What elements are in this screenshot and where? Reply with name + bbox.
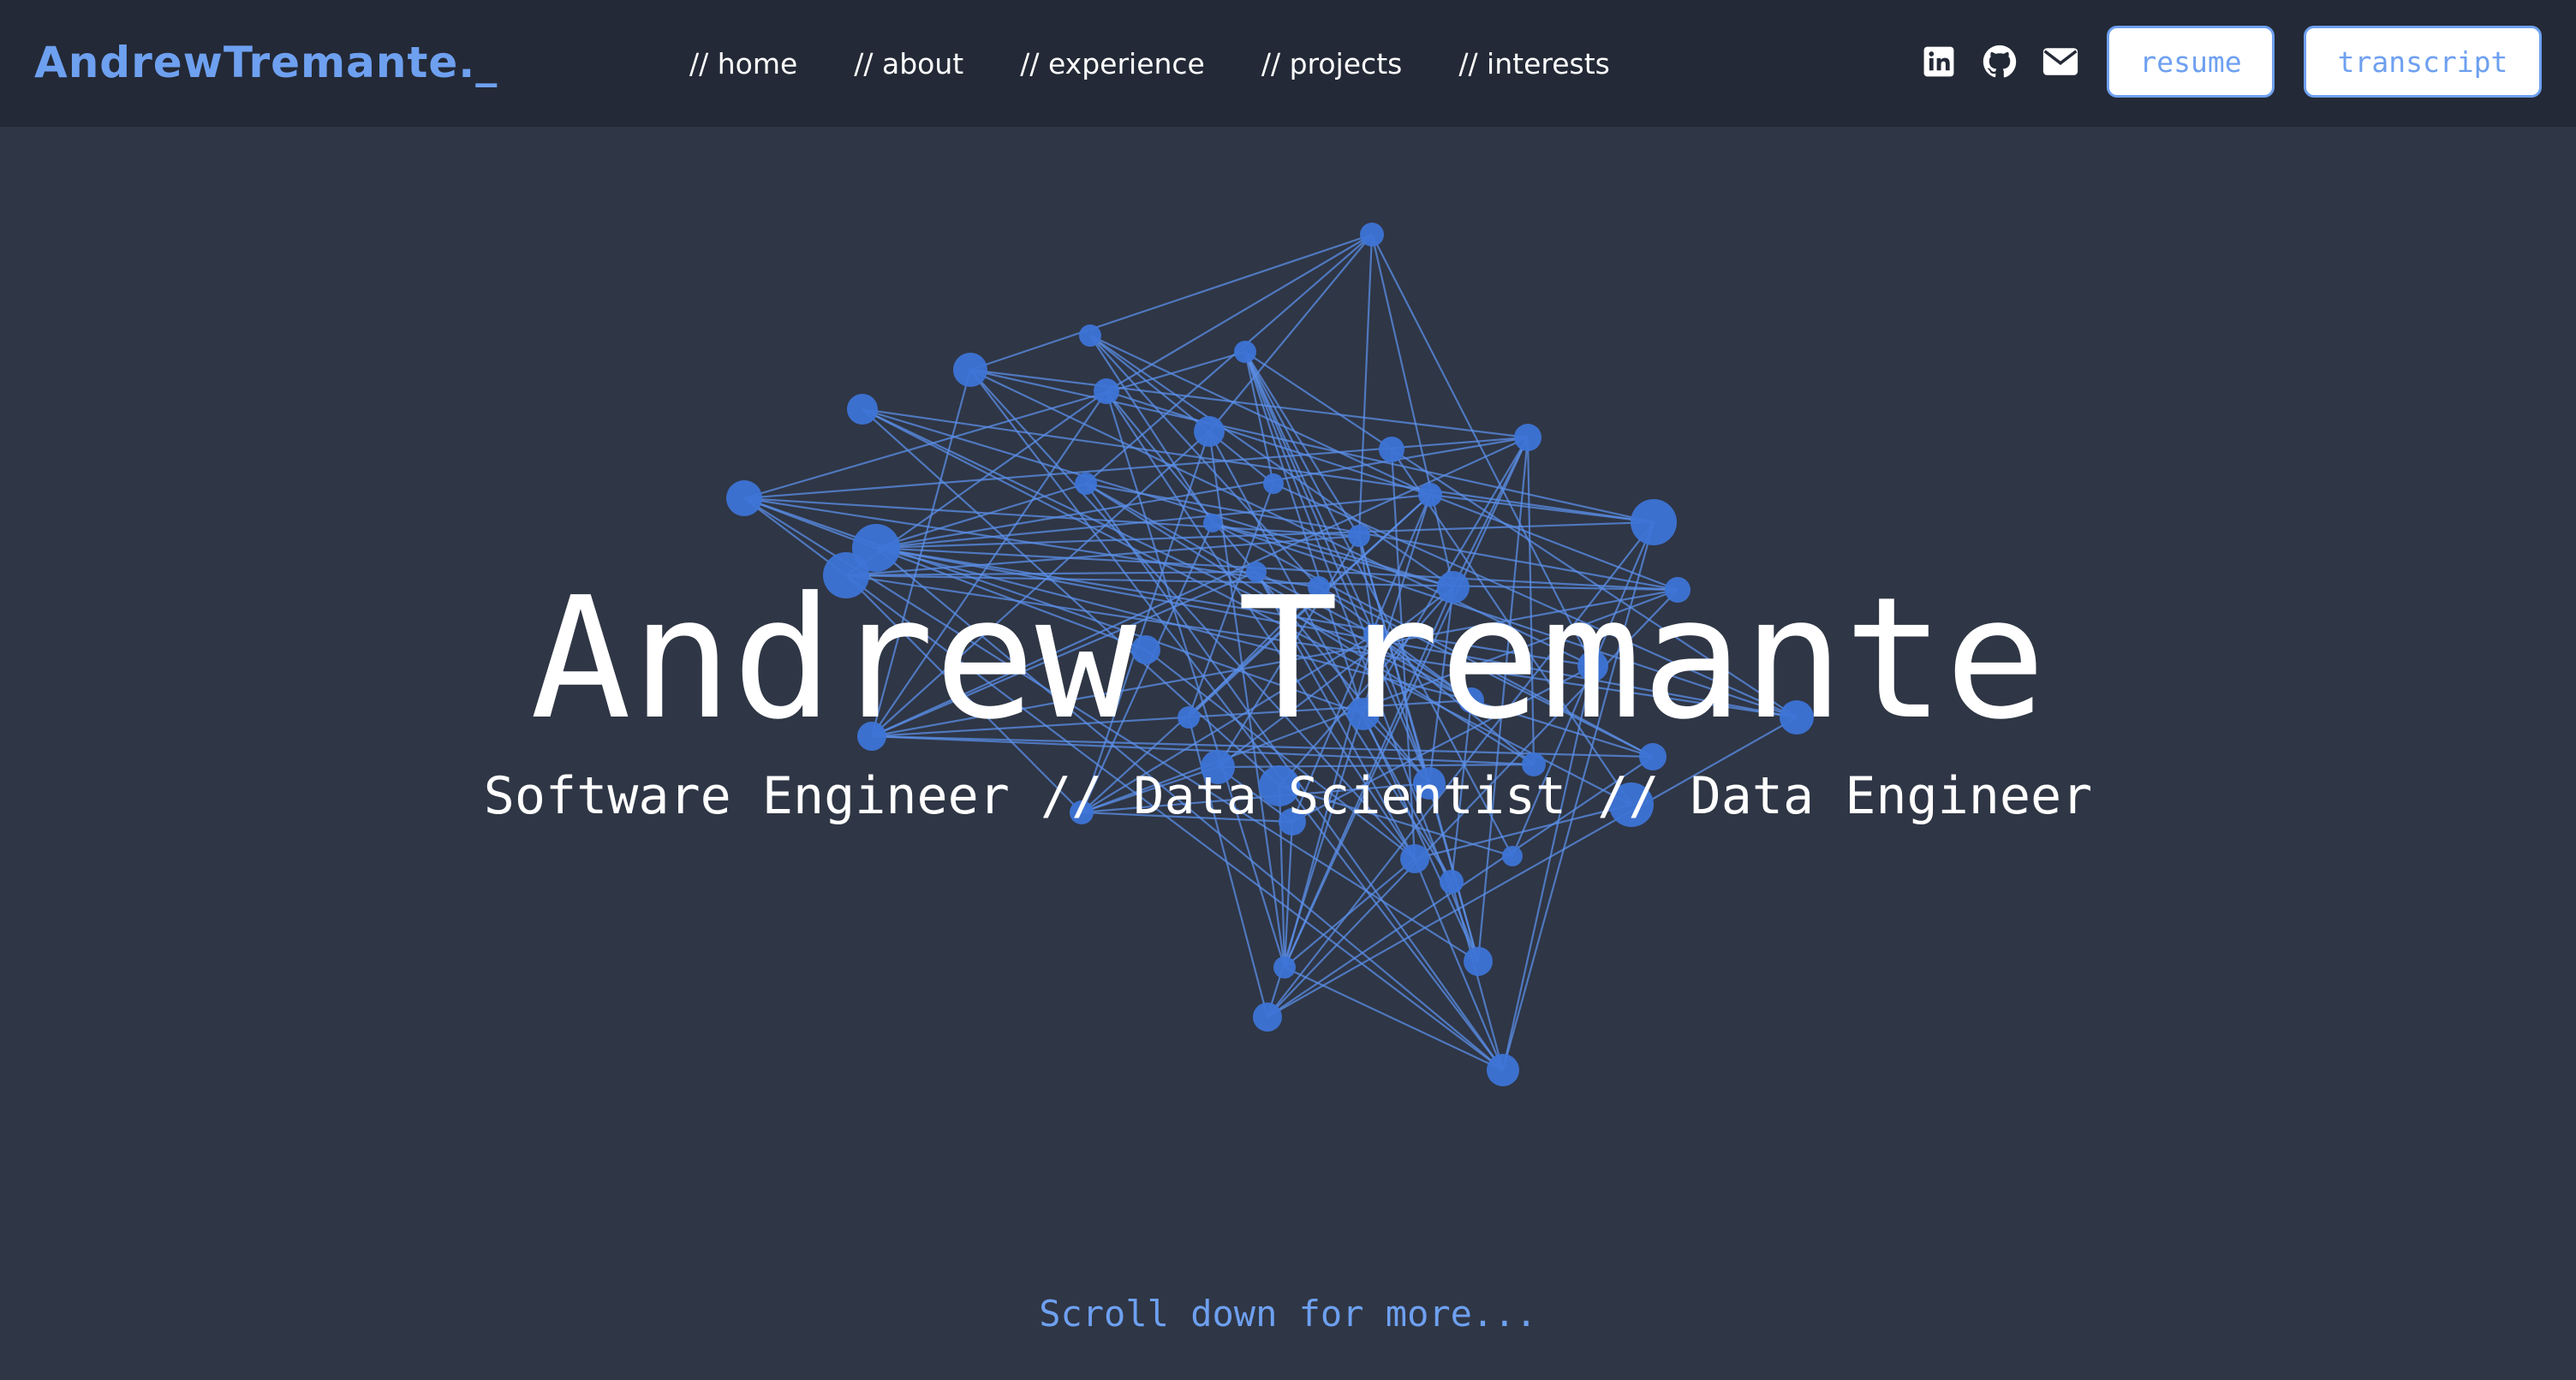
brand-logo[interactable]: AndrewTremante._ xyxy=(34,33,498,92)
hero-subtitle: Software Engineer // Data Scientist // D… xyxy=(483,766,2093,826)
navbar: AndrewTremante._ // home // about // exp… xyxy=(0,0,2576,127)
network-edge xyxy=(1284,967,1504,1071)
network-node xyxy=(847,394,878,425)
network-edge xyxy=(1106,234,1373,392)
nav-link-interests[interactable]: // interests xyxy=(1458,47,1610,80)
nav-link-home[interactable]: // home xyxy=(689,47,797,80)
mail-icon[interactable] xyxy=(2042,44,2078,80)
network-node xyxy=(1273,956,1296,978)
network-node xyxy=(1194,416,1225,447)
network-node xyxy=(1487,1054,1519,1086)
network-node xyxy=(1075,473,1097,495)
network-node xyxy=(1348,525,1370,547)
network-node xyxy=(1234,341,1256,363)
nav-link-experience[interactable]: // experience xyxy=(1020,47,1205,80)
linkedin-icon[interactable] xyxy=(1921,44,1957,80)
network-node xyxy=(1440,870,1464,894)
network-node xyxy=(1464,947,1493,976)
network-node xyxy=(1631,499,1677,545)
network-node xyxy=(1379,437,1404,462)
nav-link-about[interactable]: // about xyxy=(854,47,963,80)
network-node xyxy=(1360,223,1384,247)
network-node xyxy=(1203,514,1222,532)
hero-name: Andrew Tremante xyxy=(529,562,2047,757)
network-node xyxy=(1253,1002,1282,1032)
network-node xyxy=(726,480,762,516)
nav-actions: resume transcript xyxy=(1921,24,2542,99)
network-node xyxy=(1418,483,1442,507)
network-node xyxy=(1079,324,1101,347)
github-icon[interactable] xyxy=(1982,44,2018,80)
network-edge xyxy=(1085,234,1373,485)
network-node xyxy=(1514,424,1541,451)
network-edge xyxy=(1357,234,1374,537)
nav-link-projects[interactable]: // projects xyxy=(1261,47,1402,80)
resume-button[interactable]: resume xyxy=(2107,26,2275,98)
network-node xyxy=(1502,846,1523,866)
network-node xyxy=(953,353,987,387)
nav-links: // home // about // experience // projec… xyxy=(689,38,1610,89)
network-node xyxy=(1094,378,1119,404)
network-node xyxy=(1263,473,1284,494)
transcript-button[interactable]: transcript xyxy=(2304,26,2542,98)
network-node xyxy=(1400,844,1429,873)
network-edge xyxy=(969,233,1373,372)
scroll-hint[interactable]: Scroll down for more... xyxy=(0,1288,2576,1340)
